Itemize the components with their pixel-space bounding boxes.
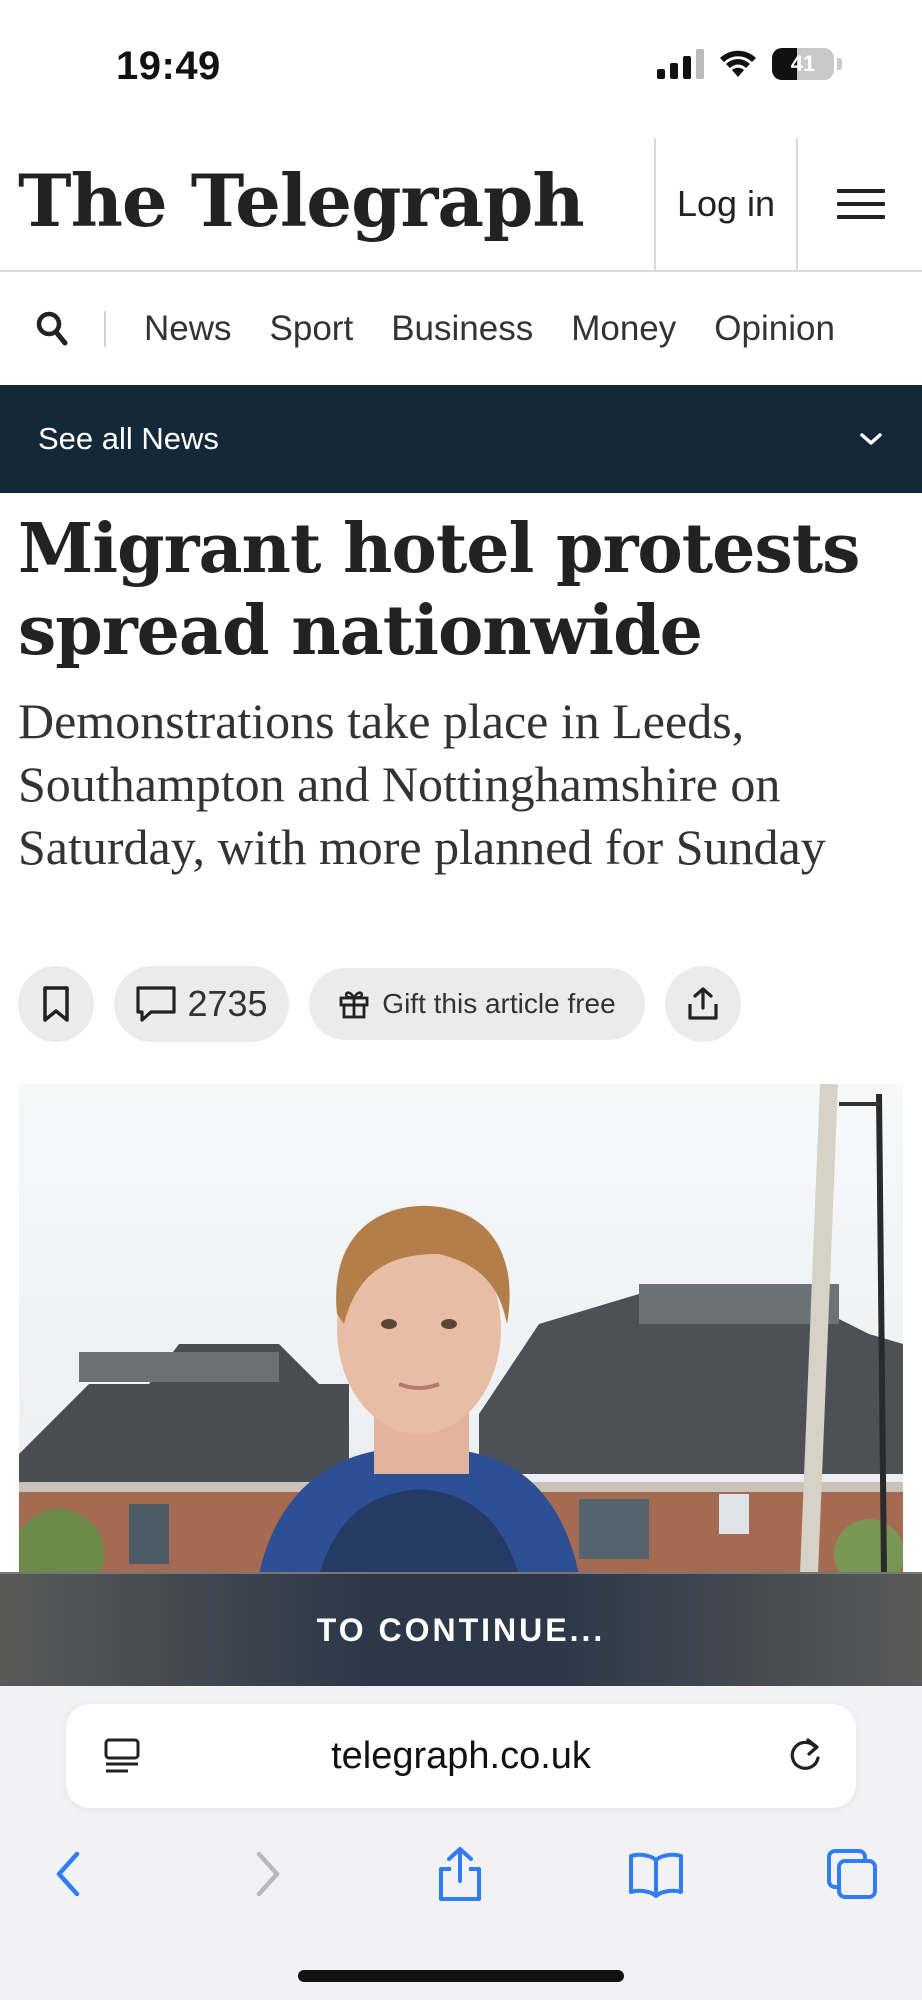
status-bar: 19:49 41 (0, 0, 922, 130)
wifi-icon (720, 50, 756, 77)
nav-item-business[interactable]: Business (391, 309, 533, 349)
battery-level: 41 (790, 51, 816, 76)
page-menu-icon[interactable] (102, 1736, 142, 1776)
nav-item-sport[interactable]: Sport (270, 309, 354, 349)
back-button[interactable] (28, 1834, 108, 1914)
share-button[interactable] (665, 966, 741, 1042)
share-icon (688, 987, 718, 1020)
telegraph-logo[interactable]: The Telegraph (18, 158, 585, 243)
forward-button[interactable] (228, 1834, 308, 1914)
share-page-button[interactable] (420, 1834, 500, 1914)
nav-item-opinion[interactable]: Opinion (714, 309, 835, 349)
safari-toolbar (0, 1834, 922, 1934)
clock: 19:49 (116, 44, 221, 88)
nav-item-news[interactable]: News (144, 309, 232, 349)
gift-label: Gift this article free (382, 988, 616, 1019)
menu-icon[interactable] (800, 138, 922, 270)
search-icon[interactable] (0, 274, 104, 384)
article-actions: 2735 Gift this article free (18, 966, 741, 1042)
url-text: telegraph.co.uk (331, 1734, 591, 1777)
book-icon (629, 1852, 683, 1898)
section-nav: News Sport Business Money Opinion (0, 274, 922, 384)
cellular-signal-icon (657, 49, 704, 79)
status-icons: 41 (657, 48, 842, 80)
article-photo[interactable] (19, 1084, 903, 1574)
reload-icon[interactable] (784, 1734, 826, 1776)
comment-count: 2735 (187, 983, 268, 1024)
bookmark-button[interactable] (18, 966, 94, 1042)
gift-article-button[interactable]: Gift this article free (309, 968, 645, 1040)
protest-photo-illustration (19, 1084, 903, 1574)
address-bar[interactable]: telegraph.co.uk (66, 1704, 856, 1808)
chevron-down-icon (860, 433, 882, 445)
home-indicator[interactable] (298, 1970, 624, 1982)
comment-icon (136, 986, 177, 1022)
login-button[interactable]: Log in (654, 138, 798, 270)
tabs-button[interactable] (812, 1834, 892, 1914)
bookmark-icon (43, 986, 69, 1022)
see-all-news-bar[interactable]: See all News (0, 385, 922, 493)
chevron-right-icon (256, 1851, 280, 1897)
tabs-icon (827, 1849, 877, 1899)
see-all-news-label: See all News (38, 421, 219, 456)
article-headline: Migrant hotel protests spread nationwide (18, 509, 860, 671)
battery-icon: 41 (772, 48, 834, 80)
browser-toolbar: telegraph.co.uk (0, 1686, 922, 2000)
nav-item-money[interactable]: Money (571, 309, 676, 349)
comments-button[interactable]: 2735 (114, 966, 289, 1042)
chevron-left-icon (56, 1851, 80, 1897)
gift-icon (339, 991, 369, 1019)
share-icon (439, 1847, 481, 1901)
continue-banner[interactable]: TO CONTINUE... (0, 1572, 922, 1686)
bookmarks-button[interactable] (616, 1834, 696, 1914)
article-standfirst: Demonstrations take place in Leeds, Sout… (18, 693, 826, 875)
masthead: The Telegraph Log in (0, 138, 922, 272)
